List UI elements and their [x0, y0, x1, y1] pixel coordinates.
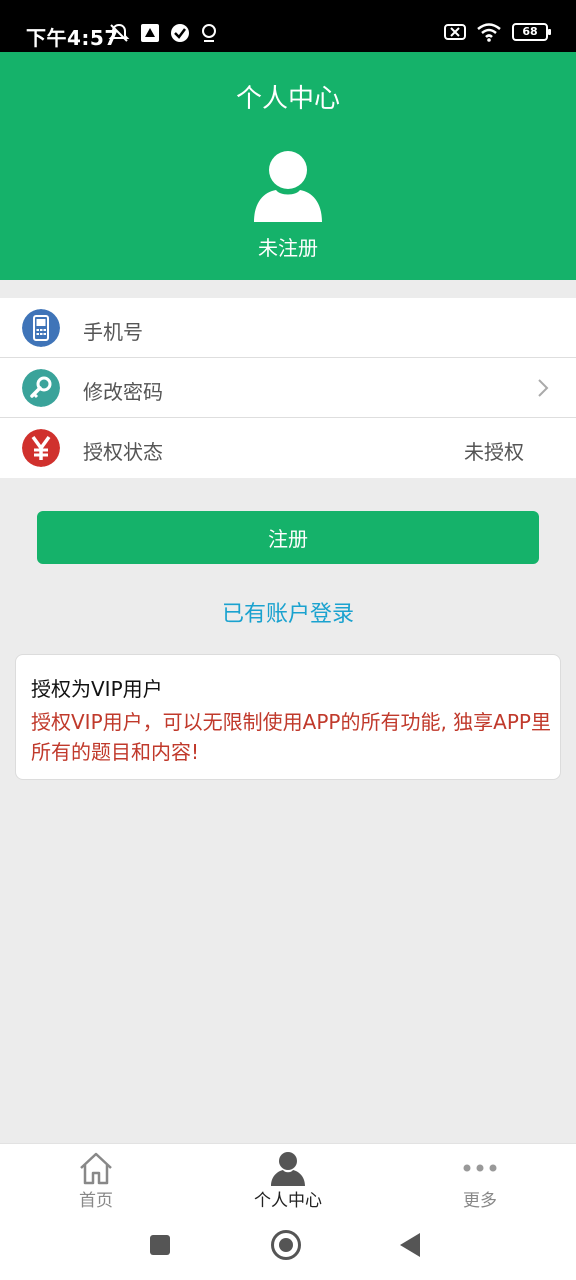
wifi-icon: [477, 23, 501, 42]
more-icon: [463, 1164, 497, 1172]
tab-profile[interactable]: 个人中心: [192, 1144, 384, 1214]
login-link[interactable]: 已有账户登录: [0, 596, 576, 628]
authorization-status: 未授权: [464, 440, 524, 464]
page-title: 个人中心: [235, 84, 340, 114]
vip-description: 授权VIP用户，可以无限制使用APP的所有功能, 独享APP里所有的题目和内容!: [31, 710, 551, 764]
home-icon: [80, 1152, 112, 1185]
list-item-phone[interactable]: 手机号: [0, 298, 576, 358]
user-status: 未注册: [258, 236, 318, 260]
person-icon: [271, 1152, 305, 1186]
chevron-right-icon: [538, 379, 549, 397]
list-item-label: 修改密码: [83, 380, 163, 404]
mute-bell-icon: [108, 23, 130, 42]
register-button[interactable]: 注册: [37, 511, 539, 564]
home-circle-icon[interactable]: [271, 1230, 301, 1260]
avatar[interactable]: [252, 150, 324, 222]
vip-card[interactable]: 授权为VIP用户 授权VIP用户，可以无限制使用APP的所有功能, 独享APP里…: [15, 654, 561, 780]
status-bar: 下午4:57 68: [0, 0, 576, 52]
profile-header: 个人中心 未注册: [0, 52, 576, 280]
battery-icon: 68: [512, 23, 551, 41]
tab-more[interactable]: 更多: [384, 1144, 576, 1214]
phone-icon: [22, 309, 60, 347]
recent-apps-icon[interactable]: [150, 1235, 170, 1255]
list-item-authorization[interactable]: 授权状态 未授权: [0, 418, 576, 478]
vip-title: 授权为VIP用户: [31, 677, 163, 701]
bottom-nav: 首页 个人中心 更多: [0, 1143, 576, 1213]
location-icon: [202, 24, 216, 42]
tab-label: 更多: [463, 1191, 497, 1211]
app-notification-icon: [141, 24, 159, 42]
check-circle-icon: [171, 24, 189, 42]
tab-label: 个人中心: [254, 1191, 322, 1211]
list-item-change-password[interactable]: 修改密码: [0, 358, 576, 418]
system-nav-bar: [0, 1213, 576, 1280]
status-time: 下午4:57: [26, 26, 119, 50]
tab-label: 首页: [79, 1191, 113, 1211]
key-icon: [22, 369, 60, 407]
back-triangle-icon[interactable]: [400, 1233, 420, 1257]
status-system-icons: 68: [444, 22, 551, 42]
tab-home[interactable]: 首页: [0, 1144, 192, 1214]
status-notification-icons: [108, 22, 218, 44]
list-item-label: 授权状态: [83, 440, 163, 464]
list-item-label: 手机号: [83, 320, 143, 344]
sim-off-icon: [444, 24, 466, 40]
profile-list: 手机号 修改密码 授权状态 未授权: [0, 298, 576, 478]
yen-icon: [22, 429, 60, 467]
